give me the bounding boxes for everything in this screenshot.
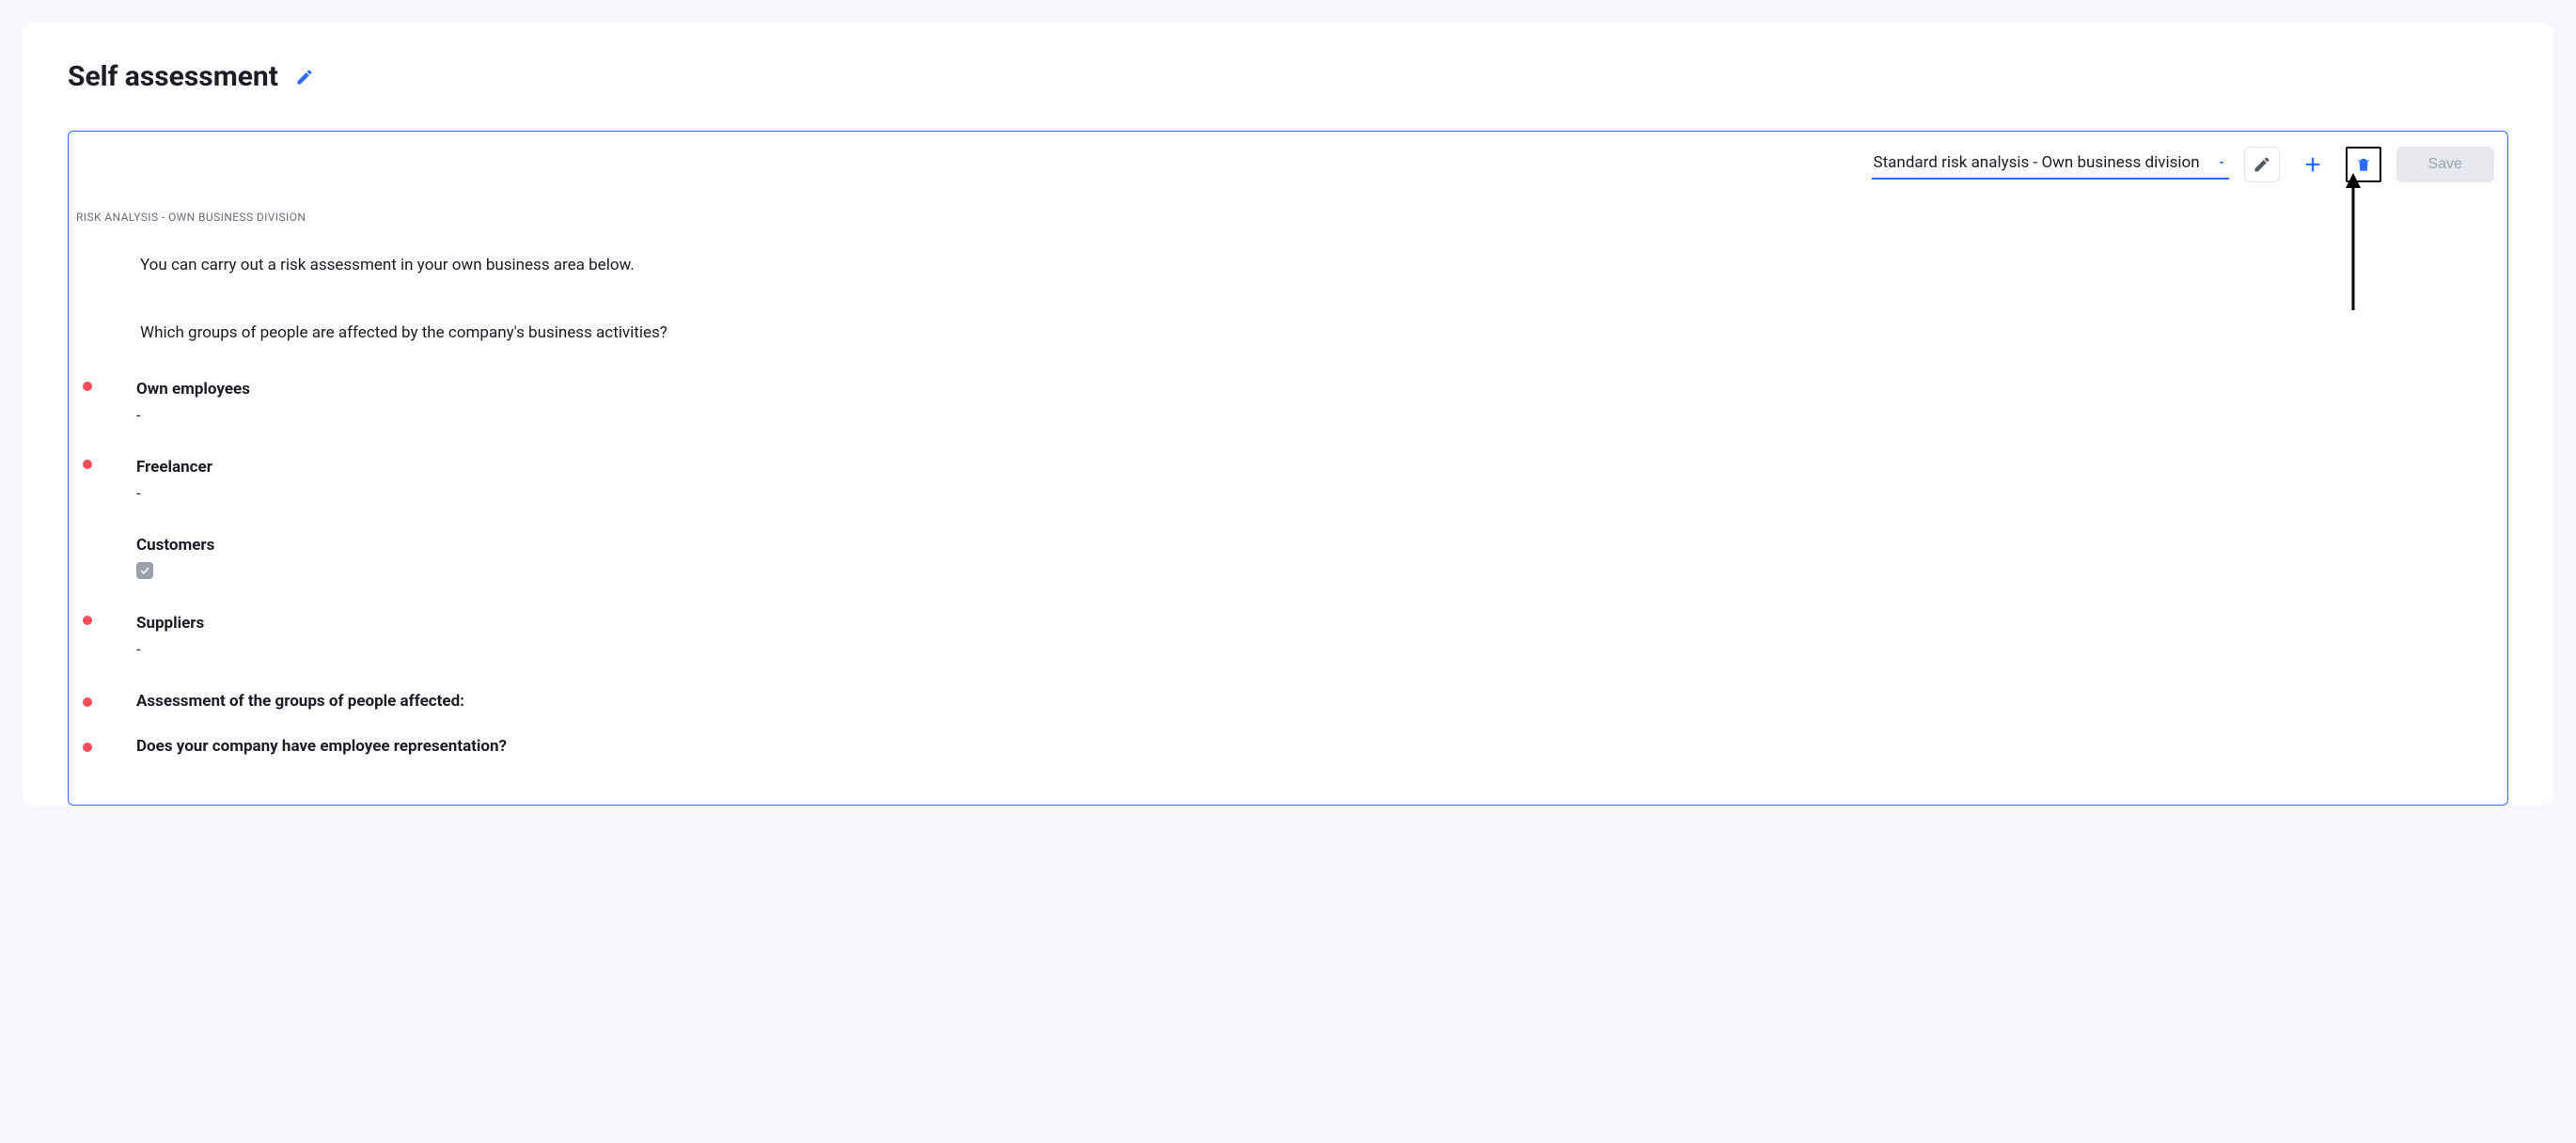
risk-panel: Standard risk analysis - Own business di…: [68, 131, 2508, 806]
panel-toolbar: Standard risk analysis - Own business di…: [69, 147, 2507, 190]
page-card: Self assessment Standard risk analysis -…: [23, 23, 2553, 806]
group-customers: Customers: [76, 536, 2500, 580]
section-label: RISK ANALYSIS - OWN BUSINESS DIVISION: [69, 211, 2507, 224]
group-title: Own employees: [136, 380, 2500, 399]
add-button[interactable]: [2295, 147, 2331, 182]
group-value: -: [136, 406, 2500, 424]
assessment-label-row: Assessment of the groups of people affec…: [76, 692, 2500, 711]
group-suppliers: Suppliers -: [76, 614, 2500, 658]
group-title: Suppliers: [136, 614, 2500, 633]
group-title: Freelancer: [136, 458, 2500, 477]
group-freelancer: Freelancer -: [76, 458, 2500, 502]
group-value: -: [136, 484, 2500, 502]
edit-button[interactable]: [2244, 147, 2280, 182]
analysis-type-value: Standard risk analysis - Own business di…: [1874, 153, 2200, 172]
status-dot: [83, 697, 92, 707]
assessment-label: Assessment of the groups of people affec…: [136, 692, 2500, 711]
representation-question-row: Does your company have employee represen…: [76, 737, 2500, 756]
status-dot: [83, 743, 92, 752]
delete-button[interactable]: [2346, 147, 2381, 182]
page-title-row: Self assessment: [68, 60, 2508, 93]
pencil-icon: [2253, 155, 2271, 174]
save-button[interactable]: Save: [2396, 147, 2494, 182]
edit-title-icon[interactable]: [295, 68, 314, 86]
status-dot: [83, 382, 92, 391]
trash-icon: [2355, 156, 2372, 173]
status-dot: [83, 616, 92, 625]
panel-content: You can carry out a risk assessment in y…: [69, 256, 2507, 805]
question-text: Which groups of people are affected by t…: [76, 323, 2500, 342]
checkbox-checked-icon[interactable]: [136, 562, 153, 579]
plus-icon: [2302, 154, 2323, 175]
caret-down-icon: [2216, 157, 2227, 168]
page-title: Self assessment: [68, 60, 278, 93]
representation-question: Does your company have employee represen…: [136, 737, 2500, 756]
intro-text: You can carry out a risk assessment in y…: [76, 256, 2500, 274]
analysis-type-select[interactable]: Standard risk analysis - Own business di…: [1872, 149, 2229, 180]
group-own-employees: Own employees -: [76, 380, 2500, 424]
status-dot: [83, 460, 92, 469]
group-value: [136, 562, 2500, 580]
group-value: -: [136, 640, 2500, 658]
group-title: Customers: [136, 536, 2500, 555]
